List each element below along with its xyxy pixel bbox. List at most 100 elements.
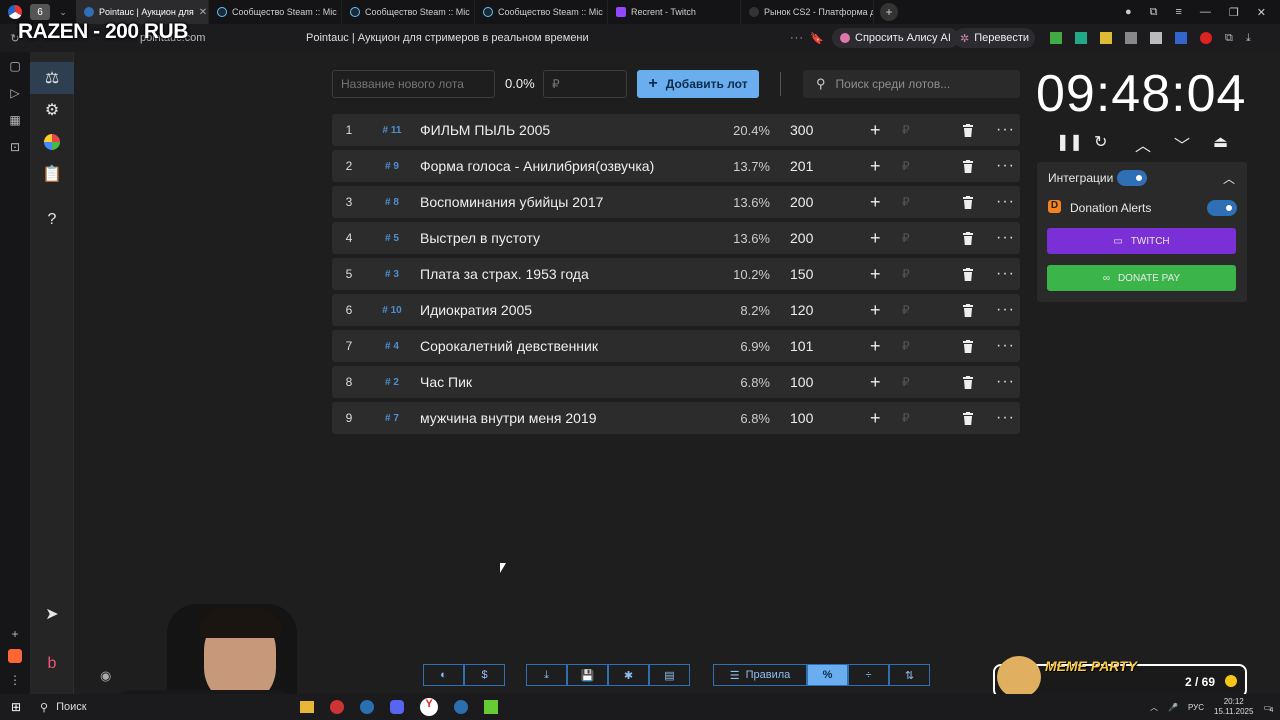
taskbar-search[interactable]: ⚲ Поиск <box>32 694 132 720</box>
download-icon[interactable]: ⤓ <box>526 664 567 686</box>
extension-icon[interactable] <box>1125 32 1137 44</box>
extension-icon[interactable] <box>1050 32 1062 44</box>
donatepay-button[interactable]: ∞ DONATE PAY <box>1047 265 1236 291</box>
lot-amount[interactable]: 201 <box>790 158 813 174</box>
lot-id[interactable]: # 8 <box>372 197 412 208</box>
search-field[interactable]: ⚲ Поиск среди лотов... <box>803 70 1020 98</box>
lot-row[interactable]: 5 # 3 Плата за страх. 1953 года 10.2% 150 + ₽ ·… <box>332 258 1020 290</box>
delete-icon[interactable] <box>962 411 974 425</box>
lot-title[interactable]: Идиократия 2005 <box>420 302 532 318</box>
tab-steam-1[interactable]: Сообщество Steam :: Mic <box>209 0 342 24</box>
tab-steam-2[interactable]: Сообщество Steam :: Mic <box>342 0 475 24</box>
ruble-input[interactable]: ₽ <box>902 303 910 317</box>
lot-row[interactable]: 8 # 2 Час Пик 6.8% 100 + ₽ ··· <box>332 366 1020 398</box>
eject-icon[interactable]: ⏏ <box>1213 132 1228 152</box>
play-icon[interactable]: ▷ <box>0 79 30 106</box>
sort-icon[interactable]: ⇅ <box>889 664 930 686</box>
donation-alerts-toggle[interactable] <box>1207 200 1237 216</box>
lot-id[interactable]: # 10 <box>372 305 412 316</box>
mic-icon[interactable]: 🎤 <box>1168 703 1178 712</box>
close-tab-icon[interactable]: ✕ <box>199 7 207 18</box>
extensions-icon[interactable]: ⧉ <box>1225 32 1233 45</box>
rules-button[interactable]: ☰ Правила <box>713 664 807 686</box>
more-options-icon[interactable]: ··· <box>996 301 1015 319</box>
new-lot-amount-input[interactable] <box>543 70 627 98</box>
clock[interactable]: 20:12 15.11.2025 <box>1214 697 1253 717</box>
lot-id[interactable]: # 4 <box>372 341 412 352</box>
lot-amount[interactable]: 300 <box>790 122 813 138</box>
lot-title[interactable]: Плата за страх. 1953 года <box>420 266 589 282</box>
ruble-input[interactable]: ₽ <box>902 231 910 245</box>
discord-icon[interactable] <box>390 700 404 714</box>
lot-amount[interactable]: 150 <box>790 266 813 282</box>
collapse-chevron-icon[interactable]: ︿ <box>1223 170 1235 187</box>
more-options-icon[interactable]: ··· <box>996 157 1015 175</box>
lot-row[interactable]: 4 # 5 Выстрел в пустоту 13.6% 200 + ₽ ··· <box>332 222 1020 254</box>
tray-arrow-icon[interactable]: ︿ <box>1150 702 1158 713</box>
twitch-button[interactable]: ▭ TWITCH <box>1047 228 1236 254</box>
extension-icon[interactable] <box>1100 32 1112 44</box>
collections-icon[interactable]: ▢ <box>0 52 30 79</box>
help-icon[interactable]: ? <box>30 204 74 236</box>
app-icon[interactable] <box>330 700 344 714</box>
steam-icon[interactable] <box>454 700 468 714</box>
more-options-icon[interactable]: ··· <box>996 265 1015 283</box>
lot-id[interactable]: # 11 <box>372 125 412 136</box>
alice-button[interactable]: Спросить Алису AI <box>832 28 959 48</box>
new-lot-input[interactable] <box>332 70 495 98</box>
lot-id[interactable]: # 9 <box>372 161 412 172</box>
language-indicator[interactable]: РУС <box>1188 703 1204 712</box>
lot-row[interactable]: 7 # 4 Сорокалетний девственник 6.9% 101 + ₽ ··· <box>332 330 1020 362</box>
tab-steam-3[interactable]: Сообщество Steam :: Mic <box>475 0 608 24</box>
auction-icon[interactable]: ⚖ <box>30 62 74 94</box>
lot-id[interactable]: # 3 <box>372 269 412 280</box>
ruble-input[interactable]: ₽ <box>902 267 910 281</box>
lot-id[interactable]: # 5 <box>372 233 412 244</box>
lot-title[interactable]: Форма голоса - Анилибрия(озвучка) <box>420 158 654 174</box>
lot-amount[interactable]: 120 <box>790 302 813 318</box>
delete-icon[interactable] <box>962 339 974 353</box>
extension-icon[interactable] <box>1175 32 1187 44</box>
more-options-icon[interactable]: ··· <box>996 229 1015 247</box>
add-amount-icon[interactable]: + <box>870 300 881 321</box>
delete-icon[interactable] <box>962 303 974 317</box>
widget-icon[interactable] <box>0 642 30 669</box>
percent-toggle-button[interactable]: % <box>807 664 848 686</box>
bookmark-icon[interactable]: 🔖 <box>810 32 824 45</box>
more-options-icon[interactable]: ··· <box>996 337 1015 355</box>
restore-icon[interactable]: ❐ <box>1229 6 1239 19</box>
more-options-icon[interactable]: ··· <box>996 373 1015 391</box>
start-icon[interactable]: ⊞ <box>0 700 32 714</box>
wheel-icon[interactable] <box>30 126 74 158</box>
add-amount-icon[interactable]: + <box>870 228 881 249</box>
extension-icon[interactable] <box>1075 32 1087 44</box>
lot-amount[interactable]: 100 <box>790 410 813 426</box>
chevron-down-icon[interactable]: ﹀ <box>1174 132 1190 156</box>
lot-id[interactable]: # 7 <box>372 413 412 424</box>
lot-title[interactable]: Выстрел в пустоту <box>420 230 540 246</box>
add-amount-icon[interactable]: + <box>870 336 881 357</box>
lot-amount[interactable]: 200 <box>790 194 813 210</box>
tabs-icon[interactable]: ⧉ <box>1150 6 1158 19</box>
lot-title[interactable]: мужчина внутри меня 2019 <box>420 410 597 426</box>
lot-row[interactable]: 3 # 8 Воспоминания убийцы 2017 13.6% 200 + ₽ ··… <box>332 186 1020 218</box>
extension-icon[interactable] <box>1150 32 1162 44</box>
ruble-input[interactable]: ₽ <box>902 159 910 173</box>
extension-icon[interactable] <box>1200 32 1212 44</box>
delete-icon[interactable] <box>962 159 974 173</box>
add-amount-icon[interactable]: + <box>870 408 881 429</box>
add-amount-icon[interactable]: + <box>870 192 881 213</box>
translate-button[interactable]: ✲ Перевести <box>954 28 1035 48</box>
lot-amount[interactable]: 100 <box>790 374 813 390</box>
more-options-icon[interactable]: ··· <box>996 409 1015 427</box>
ruble-input[interactable]: ₽ <box>902 195 910 209</box>
lot-title[interactable]: Воспоминания убийцы 2017 <box>420 194 603 210</box>
boosty-icon[interactable]: b <box>30 648 74 680</box>
calendar-icon[interactable]: ▦ <box>0 106 30 133</box>
eye-icon[interactable]: ◉ <box>100 668 111 684</box>
delete-icon[interactable] <box>962 123 974 137</box>
lot-row[interactable]: 1 # 11 ФИЛЬМ ПЫЛЬ 2005 20.4% 300 + ₽ ··· <box>332 114 1020 146</box>
explorer-icon[interactable] <box>300 701 314 713</box>
lot-title[interactable]: Час Пик <box>420 374 472 390</box>
ruble-input[interactable]: ₽ <box>902 123 910 137</box>
